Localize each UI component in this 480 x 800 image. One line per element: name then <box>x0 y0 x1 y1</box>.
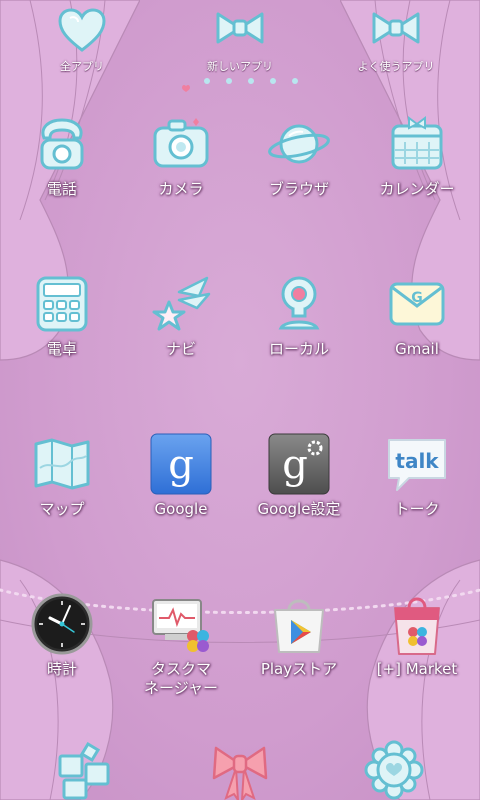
map-icon <box>34 438 90 490</box>
google-settings-glyph: g <box>282 442 308 488</box>
app-calculator-label: 電卓 <box>46 340 77 358</box>
app-maps[interactable]: マップ <box>2 432 122 519</box>
app-google-settings-label: Google設定 <box>257 500 341 518</box>
app-gmail[interactable]: G Gmail <box>357 272 477 359</box>
play-store-icon <box>274 599 324 653</box>
dock-settings-button[interactable] <box>362 738 426 800</box>
app-navi-label: ナビ <box>165 340 196 358</box>
app-maps-label: マップ <box>39 500 85 518</box>
heart-icon <box>58 8 106 52</box>
app-play-store-label: Playストア <box>260 660 338 678</box>
app-clock[interactable]: 時計 <box>2 592 122 679</box>
app-gmail-label: Gmail <box>395 340 439 358</box>
tab-frequent-apps[interactable]: よく使うアプリ <box>336 6 456 74</box>
app-local[interactable]: ローカル <box>239 272 359 359</box>
app-local-label: ローカル <box>268 340 329 358</box>
app-phone[interactable]: 電話 <box>2 112 122 199</box>
app-market[interactable]: [+] Market <box>357 592 477 679</box>
page-dot <box>204 78 210 84</box>
planet-icon <box>268 124 330 164</box>
google-glyph: g <box>168 442 194 488</box>
phone-icon <box>40 118 84 170</box>
clock-icon <box>31 593 93 655</box>
app-phone-label: 電話 <box>46 180 77 198</box>
tab-all-apps-label: 全アプリ <box>60 60 104 73</box>
app-camera-label: カメラ <box>158 180 204 198</box>
app-task-manager-label-line1: タスクマ <box>150 660 211 678</box>
bow-icon <box>372 12 420 44</box>
talk-icon: talk <box>388 439 446 491</box>
tab-all-apps[interactable]: 全アプリ <box>22 6 142 74</box>
app-browser[interactable]: ブラウザ <box>239 112 359 199</box>
dock-home-button[interactable] <box>208 738 272 800</box>
market-bag-icon <box>394 597 440 655</box>
tab-new-apps-label: 新しいアプリ <box>207 60 273 73</box>
google-settings-icon: g <box>268 433 330 495</box>
task-manager-icon <box>152 599 209 652</box>
calendar-icon <box>391 116 443 170</box>
app-navi[interactable]: ナビ <box>121 272 241 359</box>
app-task-manager[interactable]: タスクマ ネージャー <box>121 592 241 698</box>
app-calculator[interactable]: 電卓 <box>2 272 122 359</box>
camera-icon <box>153 118 209 168</box>
map-pin-icon <box>278 276 320 330</box>
shooting-star-icon <box>152 276 211 331</box>
app-google-settings[interactable]: g Google設定 <box>239 432 359 519</box>
app-clock-label: 時計 <box>46 660 77 678</box>
svg-text:G: G <box>411 290 423 306</box>
app-market-label: [+] Market <box>376 660 458 678</box>
page-dot-current <box>182 78 190 92</box>
page-dot <box>226 78 232 84</box>
tab-frequent-apps-label: よく使うアプリ <box>357 60 435 73</box>
page-dot <box>248 78 254 84</box>
dock-widgets-button[interactable] <box>54 738 118 800</box>
app-browser-label: ブラウザ <box>268 180 329 198</box>
tab-new-apps[interactable]: 新しいアプリ <box>180 6 300 74</box>
google-search-icon: g <box>150 433 212 495</box>
app-calendar-label: カレンダー <box>379 180 455 198</box>
bow-icon <box>212 746 268 800</box>
app-play-store[interactable]: Playストア <box>239 592 359 679</box>
calculator-icon <box>36 276 88 332</box>
home-screen: 全アプリ 新しいアプリ よく使うアプリ 電話 カメラ ブラウザ カレンダー 電卓… <box>0 0 480 800</box>
page-dot <box>270 78 276 84</box>
page-dot <box>292 78 298 84</box>
mail-icon: G <box>389 282 445 326</box>
widget-blocks-icon <box>58 741 110 800</box>
app-calendar[interactable]: カレンダー <box>357 112 477 199</box>
app-talk[interactable]: talk トーク <box>357 432 477 519</box>
app-task-manager-label-line2: ネージャー <box>144 679 218 697</box>
bow-icon <box>216 12 264 44</box>
app-google[interactable]: g Google <box>121 432 241 519</box>
app-talk-label: トーク <box>394 500 440 518</box>
app-google-label: Google <box>154 500 208 518</box>
page-indicator <box>182 78 302 92</box>
flower-gear-icon <box>364 740 424 800</box>
talk-glyph: talk <box>395 449 439 473</box>
app-camera[interactable]: カメラ <box>121 112 241 199</box>
